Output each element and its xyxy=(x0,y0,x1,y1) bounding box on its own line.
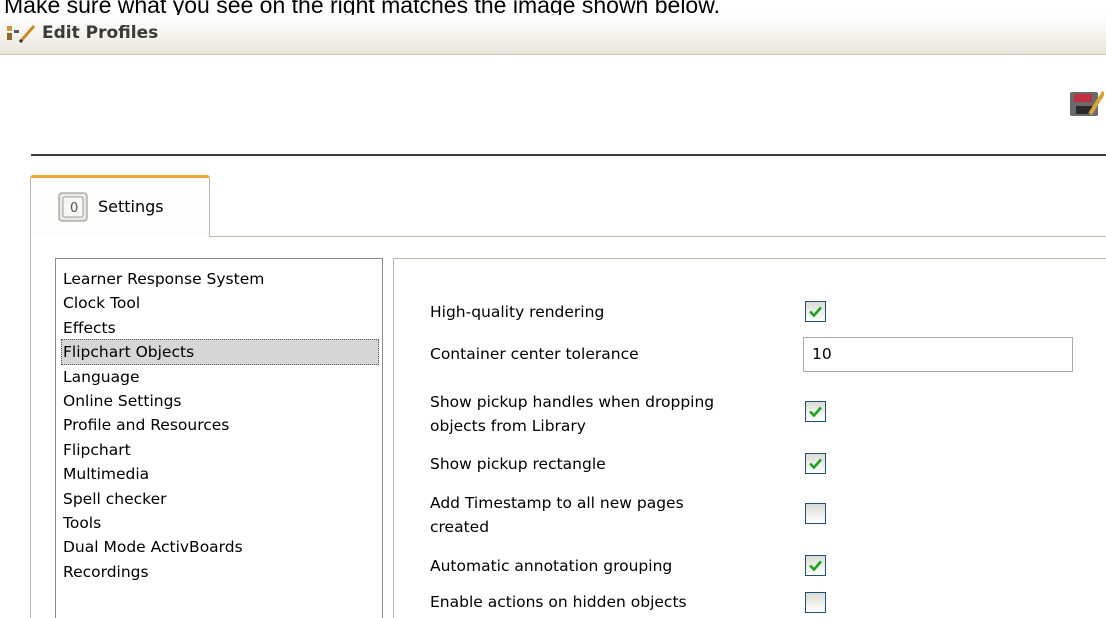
enable-actions-hidden-label: Enable actions on hidden objects xyxy=(430,593,687,611)
high-quality-rendering-checkbox[interactable] xyxy=(805,301,826,322)
category-item[interactable]: Flipchart Objects xyxy=(61,339,379,366)
category-item[interactable]: Effects xyxy=(61,315,379,341)
automatic-annotation-grouping-checkbox[interactable] xyxy=(805,555,826,576)
category-item[interactable]: Online Settings xyxy=(61,388,379,414)
title-bar: Edit Profiles xyxy=(0,15,1106,55)
category-item[interactable]: Tools xyxy=(61,510,379,536)
show-pickup-handles-label-line1: Show pickup handles when dropping xyxy=(430,393,715,411)
checkmark-icon xyxy=(809,406,822,418)
add-timestamp-label-line2: created xyxy=(430,518,490,536)
settings-icon: 0 xyxy=(58,192,88,222)
high-quality-rendering-label: High-quality rendering xyxy=(430,303,605,321)
tab-settings-label: Settings xyxy=(98,197,164,216)
checkmark-icon xyxy=(809,458,822,470)
show-pickup-rectangle-checkbox[interactable] xyxy=(805,453,826,474)
category-item[interactable]: Flipchart xyxy=(61,437,379,463)
tab-panel-left-border xyxy=(30,236,31,618)
category-item[interactable]: Language xyxy=(61,364,379,390)
category-item[interactable]: Multimedia xyxy=(61,461,379,487)
add-timestamp-label-line1: Add Timestamp to all new pages xyxy=(430,494,684,512)
show-pickup-handles-label-line2: objects from Library xyxy=(430,417,586,435)
show-pickup-rectangle-label: Show pickup rectangle xyxy=(430,455,606,473)
category-item[interactable]: Recordings xyxy=(61,559,379,585)
checkmark-icon xyxy=(809,560,822,572)
svg-text:0: 0 xyxy=(70,201,78,216)
category-item[interactable]: Dual Mode ActivBoards xyxy=(61,534,379,560)
window-title: Edit Profiles xyxy=(42,23,159,43)
profile-save-icon[interactable] xyxy=(1068,88,1106,118)
edit-profile-icon xyxy=(6,22,36,44)
category-item[interactable]: Clock Tool xyxy=(61,290,379,316)
checkmark-icon xyxy=(809,306,822,318)
tab-strip: 0 Settings xyxy=(30,175,1106,237)
category-item[interactable]: Spell checker xyxy=(61,486,379,512)
category-item[interactable]: Learner Response System xyxy=(61,266,379,292)
toolbar-separator xyxy=(31,154,1106,156)
tab-settings[interactable]: 0 Settings xyxy=(30,175,210,237)
toolbar-area xyxy=(0,56,1106,156)
show-pickup-handles-checkbox[interactable] xyxy=(805,401,826,422)
category-item[interactable]: Profile and Resources xyxy=(61,412,379,438)
tab-baseline xyxy=(210,236,1106,237)
automatic-annotation-grouping-label: Automatic annotation grouping xyxy=(430,557,673,575)
container-center-tolerance-input[interactable]: 10 xyxy=(803,337,1073,372)
container-center-tolerance-label: Container center tolerance xyxy=(430,345,639,363)
enable-actions-hidden-checkbox[interactable] xyxy=(805,592,826,613)
category-list[interactable]: Learner Response System Clock Tool Effects… xyxy=(55,258,383,618)
add-timestamp-checkbox[interactable] xyxy=(805,503,826,524)
